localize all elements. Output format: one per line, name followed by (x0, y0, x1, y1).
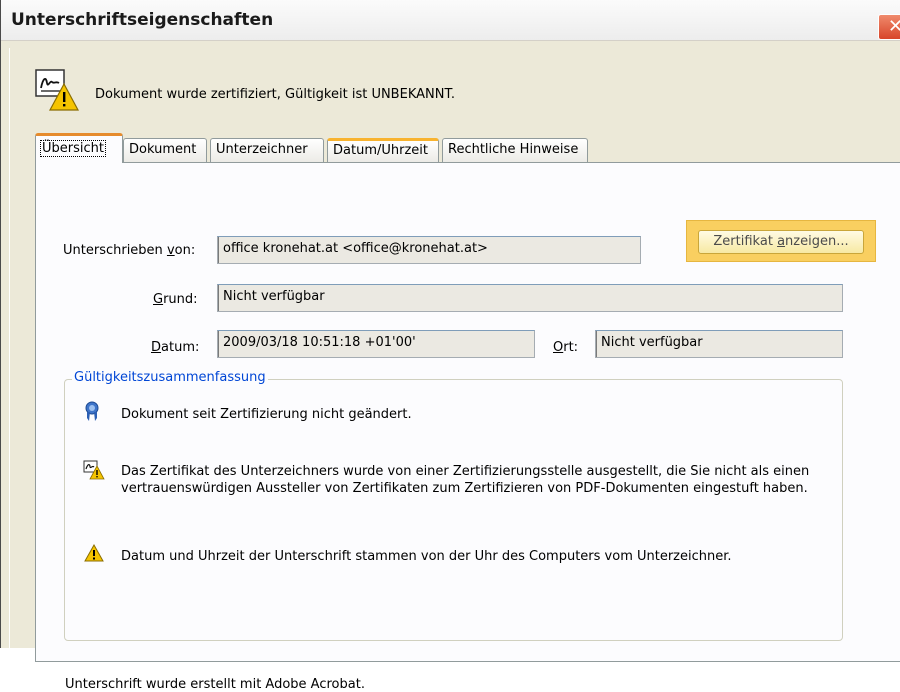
close-button[interactable]: ✕ (878, 14, 900, 40)
dialog-body: Dokument wurde zertifiziert, Gültigkeit … (9, 48, 900, 692)
validity-message-signer-clock: Datum und Uhrzeit der Unterschrift stamm… (121, 549, 732, 564)
ribbon-icon (85, 401, 99, 421)
signature-properties-dialog: Unterschriftseigenschaften ✕ Dokument wu… (0, 0, 900, 692)
reason-label: Grund: (153, 292, 198, 307)
tab-date-time[interactable]: Datum/Uhrzeit (327, 138, 439, 162)
validity-message-unchanged: Dokument seit Zertifizierung nicht geänd… (121, 407, 412, 422)
overview-panel: Unterschrieben von: office kronehat.at <… (35, 162, 900, 692)
window-title: Unterschriftseigenschaften (11, 10, 274, 30)
location-label: Ort: (553, 340, 579, 355)
tab-signer[interactable]: Unterzeichner (210, 138, 324, 162)
validity-summary-group: Gültigkeitszusammenfassung Dokument seit… (64, 370, 843, 641)
show-certificate-highlight: Zertifikat anzeigen... (686, 220, 876, 262)
created-with-message: Unterschrift wurde erstellt mit Adobe Ac… (65, 677, 365, 692)
certificate-warning-icon (83, 460, 105, 480)
warning-icon (84, 544, 104, 562)
title-bar[interactable]: Unterschriftseigenschaften ✕ (1, 0, 900, 41)
validity-summary-title: Gültigkeitszusammenfassung (72, 370, 268, 385)
date-label: Datum: (151, 340, 200, 355)
certification-status-message: Dokument wurde zertifiziert, Gültigkeit … (95, 87, 455, 102)
reason-field[interactable]: Nicht verfügbar (217, 284, 843, 312)
certified-document-warning-icon (35, 69, 80, 111)
date-field[interactable]: 2009/03/18 10:51:18 +01'00' (217, 330, 535, 358)
location-field[interactable]: Nicht verfügbar (595, 330, 843, 358)
tab-legal-notice[interactable]: Rechtliche Hinweise (442, 138, 588, 162)
validity-message-untrusted-issuer: Das Zertifikat des Unterzeichners wurde … (121, 464, 810, 496)
signed-by-field[interactable]: office kronehat.at <office@kronehat.at> (217, 236, 641, 264)
tab-document[interactable]: Dokument (123, 138, 207, 162)
signed-by-label: Unterschrieben von: (63, 243, 196, 258)
tab-overview[interactable]: Übersicht (35, 133, 123, 163)
show-certificate-button[interactable]: Zertifikat anzeigen... (698, 230, 864, 254)
